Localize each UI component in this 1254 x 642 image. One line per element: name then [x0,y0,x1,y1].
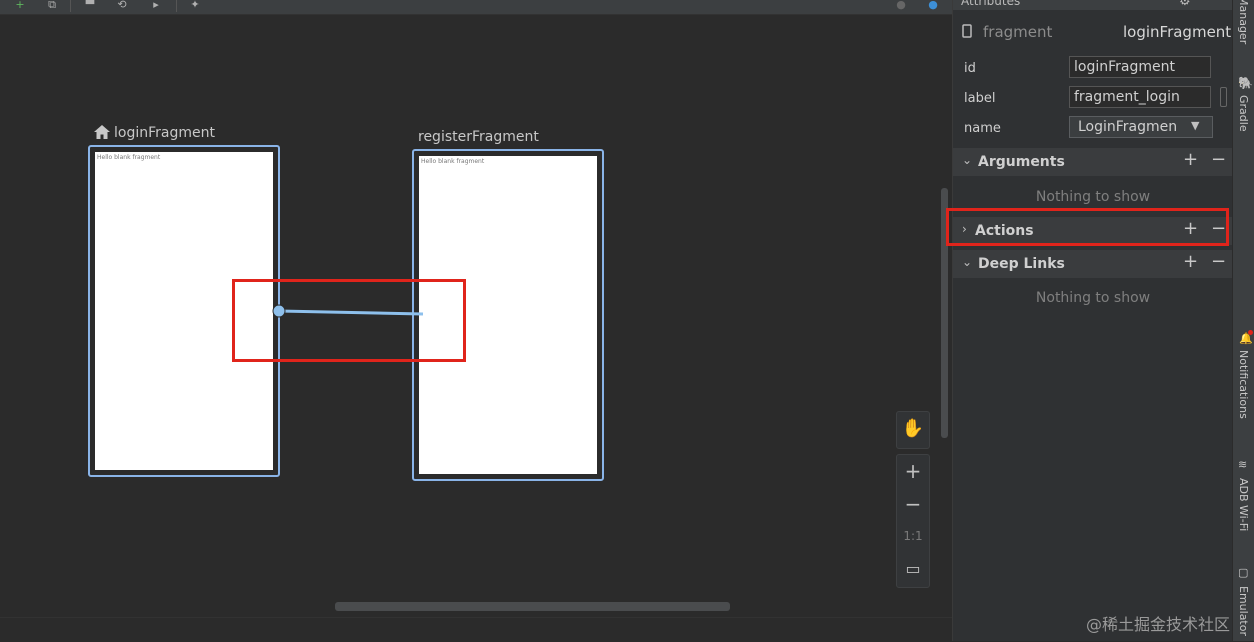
chevron-down-icon: ⌄ [962,153,973,167]
settings-gear-icon[interactable]: ⚙ [1179,0,1191,9]
tool-tab-emulator[interactable]: Emulator [1237,586,1250,636]
section-arguments-title: Arguments [978,154,1065,170]
add-argument-button[interactable]: + [1183,149,1198,170]
wifi-icon: ≋ [1238,458,1248,471]
attributes-title: Attributes [961,0,1021,8]
add-deep-link-button[interactable]: + [1183,251,1198,272]
fragment-device-icon [962,24,972,38]
pan-tool-panel: ✋ [896,411,930,449]
id-label: id [964,61,976,76]
right-tool-strip: Manager 🐘 Gradle 🔔 Notifications ≋ ADB W… [1232,0,1254,641]
emulator-icon: ▢ [1238,566,1249,579]
tool-tab-adb-wifi[interactable]: ADB Wi-Fi [1237,478,1250,531]
hand-pan-icon[interactable]: ✋ [897,418,929,439]
chevron-down-icon: ⌄ [962,255,973,269]
action-connector[interactable] [0,0,952,617]
zoom-out-button[interactable]: − [897,492,929,516]
remove-deep-link-button[interactable]: − [1211,251,1226,272]
attributes-panel: Attributes ⚙ fragment loginFragment id l… [952,0,1233,641]
component-type-label: fragment [983,23,1053,41]
actual-size-button[interactable]: 1:1 [897,529,929,543]
gradle-elephant-icon: 🐘 [1238,76,1253,90]
canvas-horizontal-scrollbar[interactable] [335,602,730,611]
highlight-actions-section [946,208,1229,246]
zoom-in-button[interactable]: + [897,459,929,483]
tool-tab-gradle[interactable]: Gradle [1237,95,1250,132]
attributes-header: Attributes ⚙ [953,0,1233,10]
arguments-empty-text: Nothing to show [1035,189,1151,205]
remove-argument-button[interactable]: − [1211,149,1226,170]
bottom-strip [0,617,952,642]
id-field[interactable]: loginFragment [1069,56,1211,78]
deep-links-empty-text: Nothing to show [1035,290,1151,306]
name-dropdown-value: LoginFragmen [1078,119,1178,135]
label-field[interactable]: fragment_login [1069,86,1211,108]
section-deep-links-title: Deep Links [978,256,1065,272]
component-type-value: loginFragment [1123,23,1232,41]
zoom-controls: + − 1:1 ▭ [896,454,930,588]
section-deep-links[interactable]: ⌄ Deep Links + − [953,250,1233,278]
highlight-action-line [232,279,466,362]
tool-tab-manager[interactable]: Manager [1237,0,1250,44]
label-label: label [964,91,996,106]
tool-tab-notifications[interactable]: Notifications [1237,350,1250,419]
chevron-down-icon[interactable]: ▼ [1191,119,1199,132]
section-arguments[interactable]: ⌄ Arguments + − [953,148,1233,176]
name-label: name [964,121,1001,136]
watermark: @稀土掘金技术社区 [1086,615,1231,634]
notification-dot [1248,330,1253,335]
label-picker-button[interactable] [1220,87,1227,107]
zoom-to-fit-icon[interactable]: ▭ [897,559,929,578]
